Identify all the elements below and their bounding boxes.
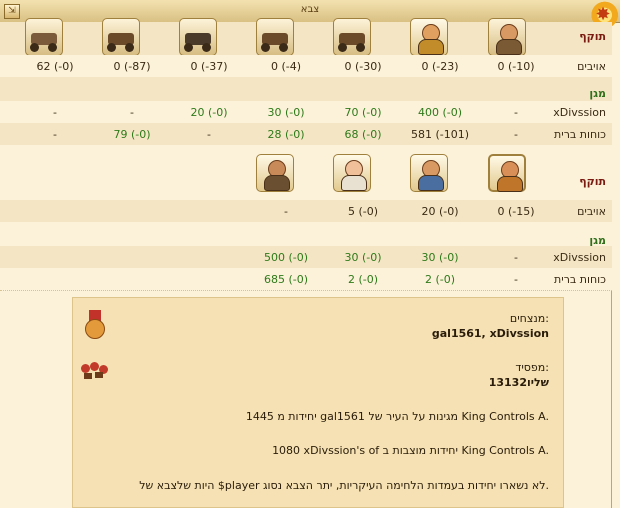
defender-cell: - xyxy=(207,128,211,141)
defender-row-label: xDivssion xyxy=(553,251,606,264)
defender-cell: - xyxy=(514,128,518,141)
defender-cell: - xyxy=(514,106,518,119)
defender-cell: 70 (-0) xyxy=(344,106,382,119)
battle2-defender-row: xDivssion - 30 (-0) 30 (-0) 500 (-0) xyxy=(0,246,612,269)
defender-title: מגן xyxy=(589,87,606,100)
enemy-cell: 20 (-0) xyxy=(421,205,459,218)
scholar-unit-icon[interactable] xyxy=(333,154,371,192)
defender-cell: 30 (-0) xyxy=(421,251,459,264)
report-line-1: 1445 יחידות מ gal1561 מגינות על העיר של … xyxy=(245,410,549,423)
enemy-cell: 0 (-87) xyxy=(113,60,151,73)
enemy-cell: 5 (-0) xyxy=(347,205,379,218)
battle1-defender-row: xDivssion - 400 (-0) 70 (-0) 30 (-0) 20 … xyxy=(0,101,612,124)
cannon-unit-icon[interactable] xyxy=(179,18,217,56)
battle1-enemy-row: אויבים 0 (-10) 0 (-23) 0 (-30) 0 (-4) 0 … xyxy=(0,55,612,78)
defender-cell: 2 (-0) xyxy=(347,273,379,286)
winners-label: מנצחים: xyxy=(509,312,549,325)
report-line-2: 1080 xDivssion's of יחידות מוצבות ב King… xyxy=(272,444,549,457)
battering-ram-unit-icon[interactable] xyxy=(256,18,294,56)
loser-label: מפסיד: xyxy=(515,361,549,374)
defender-row-label: כוחות ברית xyxy=(554,273,606,286)
defender-cell: 685 (-0) xyxy=(263,273,309,286)
catapult-unit-icon[interactable] xyxy=(25,18,63,56)
defender-cell: - xyxy=(53,128,57,141)
winners-names: gal1561, xDivssion xyxy=(431,327,549,340)
defender-cell: 30 (-0) xyxy=(267,106,305,119)
defender-cell: - xyxy=(514,251,518,264)
enemy-cell: 0 (-23) xyxy=(421,60,459,73)
enemy-cell: 0 (-15) xyxy=(497,205,535,218)
battle2-attacker-row: תוקף xyxy=(0,145,612,200)
enemy-cell: 62 (-0) xyxy=(36,60,74,73)
enemy-cell: 0 (-4) xyxy=(270,60,302,73)
spearman-unit-icon[interactable] xyxy=(410,154,448,192)
loser-name: שליו13132 xyxy=(488,376,549,389)
defender-cell: 30 (-0) xyxy=(344,251,382,264)
battle2-enemy-row: אויבים 0 (-15) 20 (-0) 5 (-0) - xyxy=(0,200,612,223)
hero-unit-icon[interactable] xyxy=(488,154,526,192)
battle1-attacker-row: תוקף xyxy=(0,18,612,56)
defender-row-label: כוחות ברית xyxy=(554,128,606,141)
defender-cell: 581 (-101) xyxy=(410,128,470,141)
defender-cell: 79 (-0) xyxy=(113,128,151,141)
enemy-cell: 0 (-30) xyxy=(344,60,382,73)
warrior-unit-icon[interactable] xyxy=(410,18,448,56)
defender-cell: 500 (-0) xyxy=(263,251,309,264)
battle2-allies-row: כוחות ברית - 2 (-0) 2 (-0) 685 (-0) xyxy=(0,268,612,291)
cart-unit-icon[interactable] xyxy=(102,18,140,56)
defender-cell: - xyxy=(53,106,57,119)
battle2-defender-header: מגן xyxy=(0,222,612,247)
enemy-label: אויבים xyxy=(577,205,606,218)
defender-cell: 68 (-0) xyxy=(344,128,382,141)
defender-cell: 20 (-0) xyxy=(190,106,228,119)
defender-cell: 400 (-0) xyxy=(417,106,463,119)
enemy-cell: - xyxy=(284,205,288,218)
brute-unit-icon[interactable] xyxy=(256,154,294,192)
report-line-3: היות שלצבא של $player לא נשארו יחידות בע… xyxy=(139,479,549,492)
battle1-defender-header: מגן xyxy=(0,77,612,101)
battle1-allies-row: כוחות ברית - 581 (-101) 68 (-0) 28 (-0) … xyxy=(0,123,612,146)
defeated-units-icon xyxy=(81,360,109,380)
defender-cell: 2 (-0) xyxy=(424,273,456,286)
window-title: צבא xyxy=(300,4,320,15)
defender-cell: - xyxy=(514,273,518,286)
window-titlebar: ⇲ צבא xyxy=(0,0,620,23)
defender-cell: 28 (-0) xyxy=(267,128,305,141)
defender-cell: - xyxy=(130,106,134,119)
enemy-label: אויבים xyxy=(577,60,606,73)
enemy-cell: 0 (-10) xyxy=(497,60,535,73)
soldier-unit-icon[interactable] xyxy=(488,18,526,56)
archer-unit-icon[interactable] xyxy=(333,18,371,56)
medal-icon xyxy=(83,310,107,339)
defender-row-label: xDivssion xyxy=(553,106,606,119)
battle-report: מנצחים: gal1561, xDivssion מפסיד: שליו13… xyxy=(72,297,564,508)
attacker-title: תוקף xyxy=(579,30,606,43)
attacker-title: תוקף xyxy=(579,175,606,188)
enemy-cell: 0 (-37) xyxy=(190,60,228,73)
